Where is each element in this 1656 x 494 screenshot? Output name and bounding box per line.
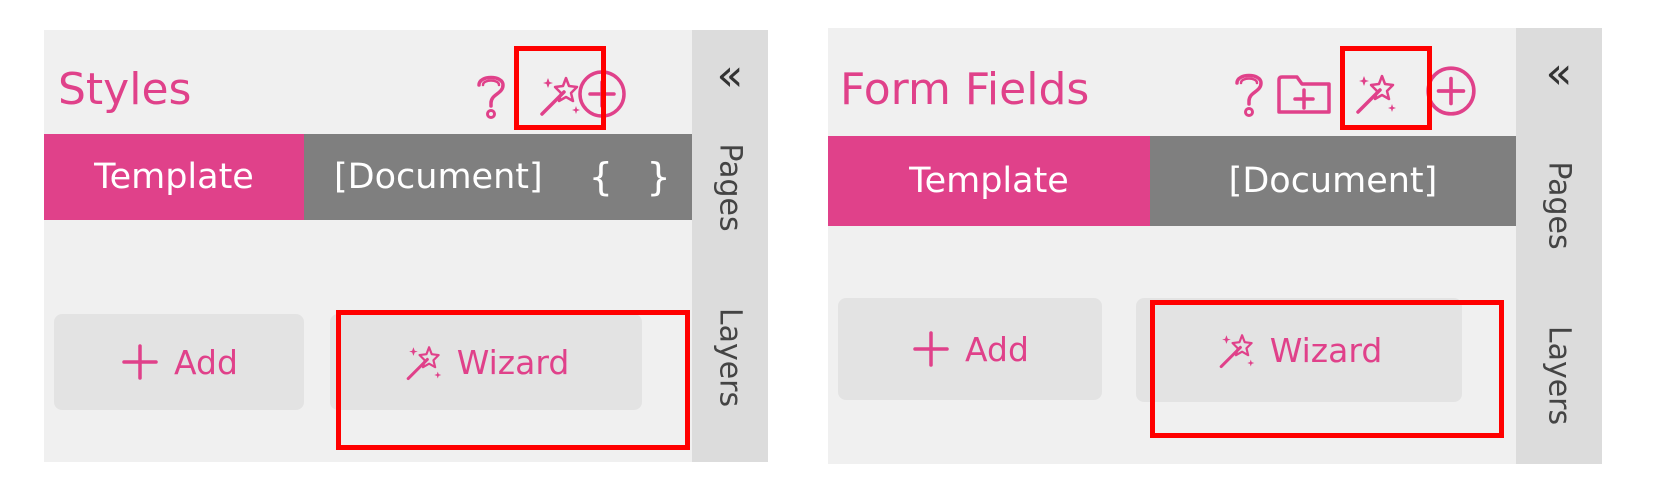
- side-strip: « Pages Layers: [1516, 28, 1602, 464]
- tab-template[interactable]: Template: [44, 134, 304, 220]
- panel-title: Form Fields: [840, 64, 1090, 115]
- magic-wand-icon: [403, 342, 443, 382]
- tab-template-label: Template: [909, 161, 1069, 201]
- side-tab-pages[interactable]: Pages: [713, 143, 748, 231]
- plus-icon: [120, 342, 160, 382]
- add-button[interactable]: Add: [838, 298, 1102, 400]
- add-button-label: Add: [965, 329, 1029, 369]
- plus-circle-icon[interactable]: [1424, 64, 1478, 118]
- collapse-icon[interactable]: «: [1516, 48, 1602, 99]
- form-fields-panel: Form Fields Template [Document] Add Wiza…: [828, 28, 1602, 464]
- plus-icon: [911, 329, 951, 369]
- side-tab-layers[interactable]: Layers: [713, 308, 748, 407]
- panel-title: Styles: [58, 64, 192, 115]
- scope-tabs: Template [Document]: [828, 136, 1516, 226]
- add-button[interactable]: Add: [54, 314, 304, 410]
- question-mark-icon[interactable]: [472, 70, 510, 120]
- collapse-icon[interactable]: «: [692, 50, 768, 101]
- styles-panel-main: Styles Template [Document] { } Add Wizar…: [44, 30, 692, 462]
- wizard-button-label: Wizard: [456, 342, 570, 382]
- magic-wand-icon[interactable]: [1352, 70, 1398, 116]
- tab-document[interactable]: [Document]: [1150, 136, 1516, 226]
- wizard-button[interactable]: Wizard: [330, 314, 642, 410]
- add-button-label: Add: [174, 342, 238, 382]
- tab-document-label: [Document]: [1228, 161, 1438, 201]
- side-tab-pages[interactable]: Pages: [1542, 161, 1577, 249]
- folder-plus-icon[interactable]: [1276, 72, 1332, 116]
- tab-document[interactable]: [Document] { }: [304, 134, 692, 220]
- magic-wand-icon: [1216, 330, 1256, 370]
- scope-tabs: Template [Document] { }: [44, 134, 692, 220]
- styles-panel: Styles Template [Document] { } Add Wizar…: [44, 30, 768, 462]
- wizard-button[interactable]: Wizard: [1136, 298, 1462, 402]
- braces-icon[interactable]: { }: [589, 155, 676, 199]
- question-mark-icon[interactable]: [1230, 68, 1268, 118]
- tab-document-label: [Document]: [334, 157, 543, 197]
- tab-template-label: Template: [94, 157, 254, 197]
- side-tab-layers[interactable]: Layers: [1542, 326, 1577, 425]
- plus-circle-icon[interactable]: [576, 68, 628, 120]
- tab-template[interactable]: Template: [828, 136, 1150, 226]
- wizard-button-label: Wizard: [1269, 330, 1383, 370]
- form-fields-panel-main: Form Fields Template [Document] Add Wiza…: [828, 28, 1516, 464]
- side-strip: « Pages Layers: [692, 30, 768, 462]
